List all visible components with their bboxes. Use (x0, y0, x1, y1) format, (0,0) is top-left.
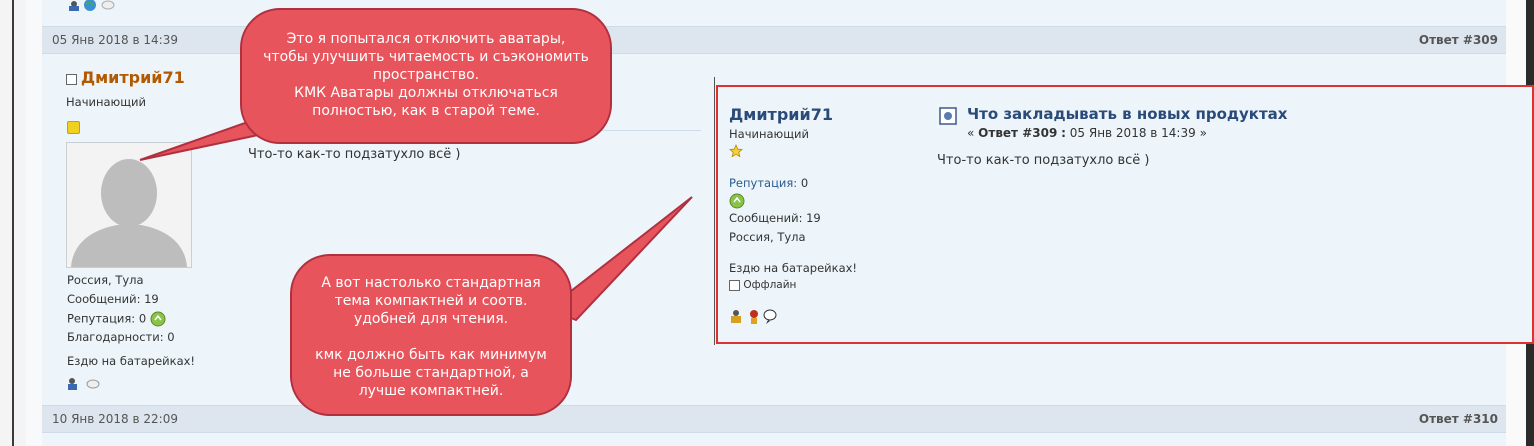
callout-avatars: Это я попытался отключить аватары, чтобы… (240, 8, 612, 144)
std-signature: Ездю на батарейках! (729, 261, 858, 275)
std-status-row: Оффлайн (729, 279, 796, 291)
offline-status-icon (729, 279, 740, 291)
rank-star-icon (729, 144, 743, 158)
std-reputation-label[interactable]: Репутация: (729, 176, 797, 190)
std-reply-link[interactable]: Ответ #309 (978, 126, 1057, 140)
std-author-name[interactable]: Дмитрий71 (729, 105, 833, 124)
callout-line: чтобы улучшить читаемость и съэкономить (263, 49, 589, 65)
callout-line: полностью, как в старой теме. (312, 103, 540, 119)
std-status: Оффлайн (743, 279, 797, 291)
callout-line: удобней для чтения. (353, 311, 509, 327)
std-post-meta: « Ответ #309 : 05 Янв 2018 в 14:39 » (967, 126, 1207, 140)
post-icon (939, 107, 957, 125)
std-post-title[interactable]: Что закладывать в новых продуктах (967, 105, 1287, 123)
callout-spacer (292, 328, 570, 346)
std-post-body: Что-то как-то подзатухло всё ) (937, 153, 1150, 168)
std-reputation-row: Репутация: 0 (729, 176, 808, 190)
standard-theme-post: Дмитрий71 Начинающий Репутация: 0 Сообще… (716, 85, 1534, 344)
callout-line: пространство. (372, 67, 480, 83)
callout-line: тема компактней и соотв. (334, 293, 528, 309)
std-location: Россия, Тула (729, 230, 806, 244)
callout-line: А вот настолько стандартная (321, 275, 541, 291)
std-author-rank: Начинающий (729, 127, 809, 141)
meta-suffix: » (1199, 126, 1207, 140)
callout-standard-theme: А вот настолько стандартная тема компакт… (290, 254, 572, 416)
std-post-date: 05 Янв 2018 в 14:39 (1069, 126, 1196, 140)
callout-line: не больше стандартной, а (333, 365, 529, 381)
callout-line: кмк должно быть как минимум (315, 347, 547, 363)
callout-line: КМК Аватары должны отключаться (294, 85, 558, 101)
meta-prefix: « (967, 126, 975, 140)
reputation-icon[interactable] (729, 193, 745, 209)
std-profile-icons[interactable] (730, 309, 780, 325)
std-messages: Сообщений: 19 (729, 211, 821, 225)
callout-line: Это я попытался отключить аватары, (286, 31, 566, 47)
meta-sep: : (1061, 126, 1066, 140)
callout-line: лучше компактней. (358, 383, 504, 399)
std-reputation-value: 0 (800, 176, 809, 190)
